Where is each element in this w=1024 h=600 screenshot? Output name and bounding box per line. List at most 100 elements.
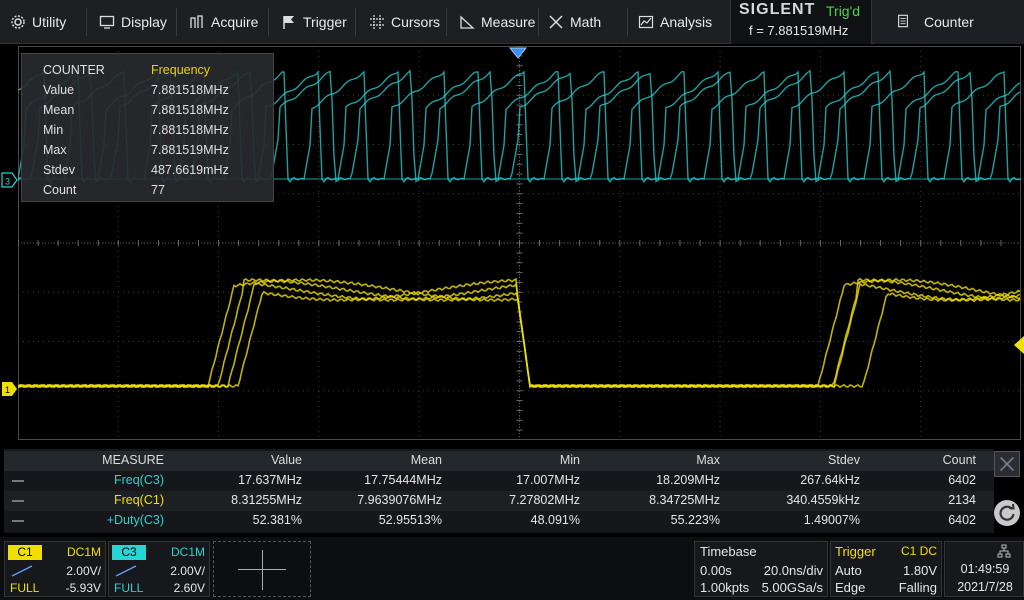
measure-row-value: 52.381% (252, 513, 302, 527)
counter-row-key: Max (43, 143, 67, 157)
channel-1-coupling: DC1M (66, 545, 101, 559)
channel-3-probe-icon (115, 565, 137, 577)
timebase-scale: 20.0ns/div (763, 563, 823, 578)
measure-header-row: MEASURE Value Mean Min Max Stdev Count (4, 451, 994, 471)
flag-icon (281, 14, 297, 30)
channel-3-ground-marker[interactable]: 3 (1, 172, 18, 188)
menu-divider (86, 8, 87, 36)
measure-header-count: Count (942, 453, 976, 467)
measure-row-mean: 17.75444MHz (364, 473, 442, 487)
menu-utility[interactable]: Utility (10, 0, 66, 44)
measure-row-max: 18.209MHz (656, 473, 720, 487)
measure-header-value: Value (270, 453, 302, 467)
network-icon (997, 544, 1011, 558)
channel-1-marker-label: 1 (5, 385, 10, 395)
measure-row[interactable]: Freq(C3) 17.637MHz 17.75444MHz 17.007MHz… (4, 471, 994, 491)
counter-panel[interactable]: COUNTER Frequency Value 7.881518MHz Mean… (21, 53, 274, 202)
measure-row[interactable]: +Duty(C3) 52.381% 52.95513% 48.091% 55.2… (4, 511, 994, 531)
counter-row: Count 77 (43, 180, 273, 200)
counter-row-value: 487.6619mHz (151, 163, 229, 177)
trigger-box[interactable]: Trigger C1 DC Auto 1.80V Edge Falling (830, 541, 942, 597)
measure-row-min: 48.091% (530, 513, 580, 527)
menu-trigger[interactable]: Trigger (281, 0, 347, 44)
menu-divider (355, 8, 356, 36)
channel-3-scale: 2.00V/ (170, 564, 205, 578)
timebase-title: Timebase (700, 544, 757, 559)
monitor-icon (99, 14, 115, 30)
menu-cursors[interactable]: Cursors (369, 0, 440, 44)
channel-3-box[interactable]: C3 DC1M 2.00V/ FULL 2.60V (108, 541, 210, 597)
close-measure-button[interactable] (994, 451, 1020, 477)
measure-table[interactable]: MEASURE Value Mean Min Max Stdev Count F… (4, 449, 994, 533)
measure-row-label: Freq(C3) (113, 473, 164, 487)
math-icon (548, 14, 564, 30)
refresh-icon (999, 503, 1015, 521)
trigger-status-box[interactable]: SIGLENT Trig'd f = 7.881519MHz (730, 0, 872, 44)
measure-row-count: 6402 (948, 513, 976, 527)
menu-divider (268, 8, 269, 36)
channel-3-marker-label: 3 (5, 177, 10, 187)
counter-row-key: Count (43, 183, 77, 197)
menu-acquire[interactable]: Acquire (189, 0, 258, 44)
trigger-level-marker[interactable] (1012, 336, 1024, 356)
trigger-position-marker[interactable] (508, 46, 528, 60)
channel-3-tag: C3 (112, 545, 146, 560)
menu-display-label: Display (121, 14, 167, 30)
channel-markers[interactable]: 3 1 (0, 46, 18, 440)
channel-1-scale: 2.00V/ (66, 564, 101, 578)
brand-logo: SIGLENT (739, 1, 816, 18)
channel-1-bandwidth: FULL (10, 581, 40, 595)
measure-row-label: +Duty(C3) (106, 513, 164, 527)
counter-row-value: 77 (151, 183, 165, 197)
menu-math[interactable]: Math (548, 0, 601, 44)
menu-cursors-label: Cursors (391, 14, 441, 30)
menu-trigger-label: Trigger (303, 14, 347, 30)
counter-mode[interactable]: Frequency (151, 60, 210, 80)
measure-row-max: 55.223% (670, 513, 720, 527)
trigger-slope: Falling (898, 580, 937, 595)
counter-row-key: Mean (43, 103, 75, 117)
channel-1-ground-marker[interactable]: 1 (2, 382, 17, 396)
menu-divider (627, 8, 628, 36)
measure-header-max: Max (696, 453, 720, 467)
menu-analysis[interactable]: Analysis (638, 0, 712, 44)
menu-display[interactable]: Display (99, 0, 167, 44)
measure-row-mean: 7.9639076MHz (357, 493, 442, 507)
counter-panel-header: COUNTER Frequency (43, 60, 273, 80)
measure-row-mean: 52.95513% (378, 513, 442, 527)
measure-row-value: 17.637MHz (238, 473, 302, 487)
timebase-box[interactable]: Timebase 0.00s 20.0ns/div 1.00kpts 5.00G… (694, 541, 828, 597)
measure-row[interactable]: Freq(C1) 8.31255MHz 7.9639076MHz 7.27802… (4, 491, 994, 511)
channel-1-offset: -5.93V (65, 581, 101, 595)
trigger-title: Trigger (835, 544, 876, 559)
counter-row-key: Stdev (43, 163, 75, 177)
menu-analysis-label: Analysis (660, 14, 713, 30)
measure-row-min: 17.007MHz (516, 473, 580, 487)
counter-button[interactable]: Counter (874, 0, 1024, 44)
frequency-readout: f = 7.881519MHz (749, 23, 849, 38)
measure-row-stdev: 340.4559kHz (786, 493, 860, 507)
counter-row: Stdev 487.6619mHz (43, 160, 273, 180)
measure-row-value: 8.31255MHz (231, 493, 302, 507)
add-channel-button[interactable] (213, 541, 311, 597)
measure-header-label: MEASURE (102, 453, 164, 467)
measure-row-min: 7.27802MHz (509, 493, 580, 507)
menu-measure[interactable]: Measure (459, 0, 535, 44)
counter-row: Min 7.881518MHz (43, 120, 273, 140)
counter-row-value: 7.881519MHz (151, 143, 229, 157)
measure-row-stdev: 267.64kHz (800, 473, 860, 487)
measure-header-min: Min (559, 453, 580, 467)
channel-1-tag: C1 (8, 545, 42, 560)
measure-row-stdev: 1.49007% (803, 513, 860, 527)
gear-icon (10, 14, 26, 30)
counter-row: Mean 7.881518MHz (43, 100, 273, 120)
trigger-source: C1 DC (900, 544, 937, 558)
channel-1-box[interactable]: C1 DC1M 2.00V/ FULL -5.93V (4, 541, 106, 597)
measure-header-stdev: Stdev (828, 453, 860, 467)
menu-divider (538, 8, 539, 36)
timebase-sample-rate: 5.00GSa/s (761, 580, 823, 595)
counter-button-label: Counter (924, 14, 974, 30)
clock-date: 2021/7/28 (957, 580, 1013, 594)
clock-box[interactable]: 01:49:59 2021/7/28 (944, 541, 1024, 597)
reset-statistics-button[interactable] (994, 500, 1020, 526)
